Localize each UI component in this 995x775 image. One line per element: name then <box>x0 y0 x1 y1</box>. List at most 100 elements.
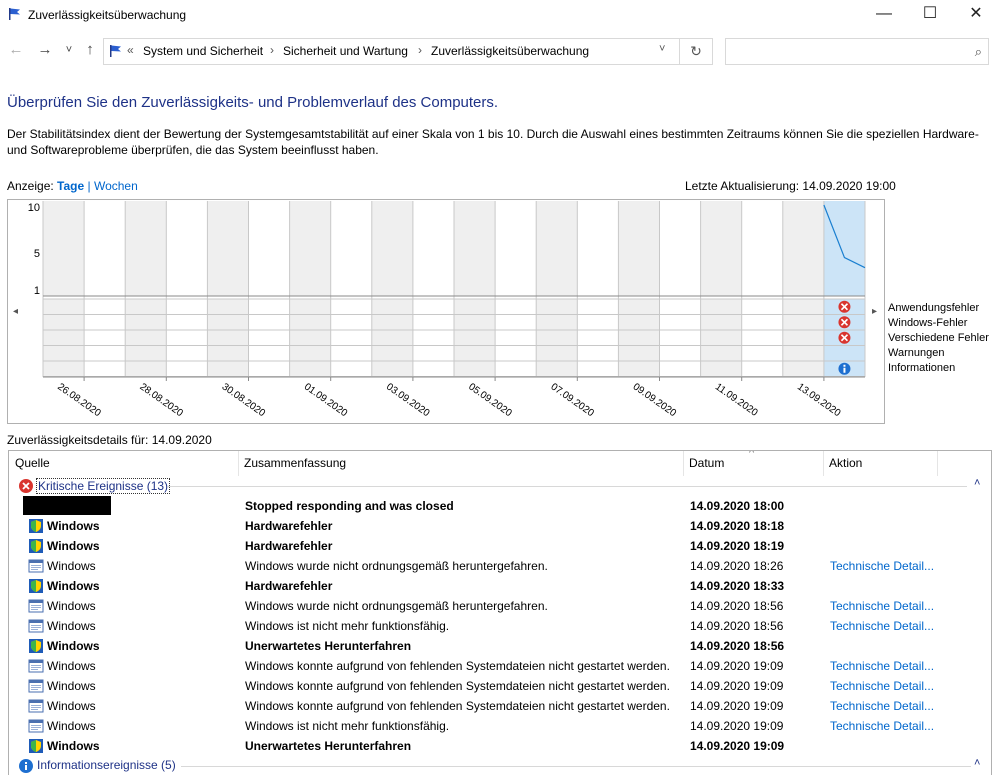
breadcrumb-separator-icon[interactable]: › <box>270 43 274 57</box>
scroll-left-icon[interactable]: ◂ <box>13 306 18 317</box>
table-row[interactable]: Windows Windows ist nicht mehr funktionsf… <box>9 616 991 636</box>
event-column[interactable] <box>248 299 290 377</box>
event-column[interactable] <box>125 299 167 377</box>
day-column[interactable] <box>823 201 865 296</box>
event-column[interactable] <box>43 299 85 377</box>
event-column[interactable] <box>166 299 208 377</box>
event-column[interactable] <box>207 299 249 377</box>
column-divider[interactable] <box>823 451 824 476</box>
stability-chart-svg[interactable]: 10 5 1 26.08.2020 28.08.2020 30.08.2020 01.09.… <box>8 200 886 425</box>
day-column[interactable] <box>166 201 208 296</box>
breadcrumb-overflow-icon[interactable]: « <box>127 43 134 57</box>
table-row[interactable]: Stopped responding and was closed 14.09.2… <box>9 496 991 516</box>
table-row[interactable]: Windows Hardwarefehler 14.09.2020 18:19 <box>9 536 991 556</box>
day-column[interactable] <box>700 201 742 296</box>
collapse-chevron-icon[interactable]: ˄ <box>974 477 980 489</box>
event-column[interactable] <box>495 299 537 377</box>
column-divider[interactable] <box>937 451 938 476</box>
table-row[interactable]: Windows Hardwarefehler 14.09.2020 18:18 <box>9 516 991 536</box>
day-column[interactable] <box>289 201 331 296</box>
search-icon[interactable]: ⌕ <box>975 44 982 60</box>
close-button[interactable]: ✕ <box>953 0 995 30</box>
day-column[interactable] <box>248 201 290 296</box>
event-column[interactable] <box>618 299 660 377</box>
view-days-link[interactable]: Tage <box>57 179 84 193</box>
stability-chart[interactable]: 10 5 1 26.08.2020 28.08.2020 30.08.2020 01.09.… <box>7 199 885 424</box>
row-date: 14.09.2020 18:56 <box>690 619 784 633</box>
table-row[interactable]: Windows Hardwarefehler 14.09.2020 18:33 <box>9 576 991 596</box>
day-column[interactable] <box>207 201 249 296</box>
recent-locations-icon[interactable]: ˅ <box>60 40 78 60</box>
technical-details-link[interactable]: Technische Detail... <box>830 559 934 573</box>
x-tick-label: 13.09.2020 <box>795 381 843 419</box>
table-row[interactable]: Windows Windows konnte aufgrund von fehle… <box>9 676 991 696</box>
collapse-chevron-icon[interactable]: ˄ <box>974 757 980 769</box>
event-column[interactable] <box>536 299 578 377</box>
day-column[interactable] <box>43 201 85 296</box>
column-header-date[interactable]: Datum <box>689 456 724 470</box>
table-row[interactable]: Windows Windows konnte aufgrund von fehle… <box>9 656 991 676</box>
event-column[interactable] <box>700 299 742 377</box>
event-column[interactable] <box>577 299 619 377</box>
group-critical-events[interactable]: Kritische Ereignisse (13) ˄ <box>9 476 991 496</box>
table-row[interactable]: Windows Unerwartetes Herunterfahren 14.09.… <box>9 736 991 756</box>
breadcrumb-security-maintenance[interactable]: Sicherheit und Wartung <box>283 44 408 58</box>
event-column[interactable] <box>371 299 413 377</box>
day-column[interactable] <box>454 201 496 296</box>
event-column[interactable] <box>412 299 454 377</box>
technical-details-link[interactable]: Technische Detail... <box>830 659 934 673</box>
technical-details-link[interactable]: Technische Detail... <box>830 619 934 633</box>
day-column[interactable] <box>659 201 701 296</box>
technical-details-link[interactable]: Technische Detail... <box>830 599 934 613</box>
event-column[interactable] <box>330 299 372 377</box>
event-column[interactable] <box>659 299 701 377</box>
technical-details-link[interactable]: Technische Detail... <box>830 699 934 713</box>
breadcrumb-reliability-monitor[interactable]: Zuverlässigkeitsüberwachung <box>431 44 589 58</box>
forward-icon[interactable]: → <box>36 40 54 60</box>
column-divider[interactable] <box>683 451 684 476</box>
search-input[interactable]: ⌕ <box>725 38 989 65</box>
day-column[interactable] <box>741 201 783 296</box>
up-icon[interactable]: ↑ <box>81 40 99 60</box>
table-row[interactable]: Windows Windows wurde nicht ordnungsgemäß… <box>9 556 991 576</box>
column-header-summary[interactable]: Zusammenfassung <box>244 456 346 470</box>
day-column[interactable] <box>618 201 660 296</box>
address-bar[interactable]: « System und Sicherheit › Sicherheit und… <box>103 38 680 65</box>
breadcrumb-system-security[interactable]: System und Sicherheit <box>143 44 263 58</box>
group-label[interactable]: Kritische Ereignisse (13) <box>36 478 171 494</box>
table-row[interactable]: Windows Windows ist nicht mehr funktionsf… <box>9 716 991 736</box>
column-header-action[interactable]: Aktion <box>829 456 862 470</box>
day-column[interactable] <box>330 201 372 296</box>
day-column[interactable] <box>125 201 167 296</box>
row-date: 14.09.2020 19:09 <box>690 679 784 693</box>
day-column[interactable] <box>536 201 578 296</box>
event-column[interactable] <box>454 299 496 377</box>
group-information-events[interactable]: Informationsereignisse (5) ˄ <box>9 756 991 775</box>
view-weeks-link[interactable]: Wochen <box>94 179 138 193</box>
event-column[interactable] <box>741 299 783 377</box>
refresh-icon[interactable]: ↻ <box>680 38 713 65</box>
event-column[interactable] <box>782 299 824 377</box>
day-column[interactable] <box>84 201 126 296</box>
event-column[interactable] <box>289 299 331 377</box>
group-label[interactable]: Informationsereignisse (5) <box>36 758 177 772</box>
table-row[interactable]: Windows Windows konnte aufgrund von fehle… <box>9 696 991 716</box>
technical-details-link[interactable]: Technische Detail... <box>830 679 934 693</box>
back-icon[interactable]: ← <box>7 40 25 60</box>
table-row[interactable]: Windows Unerwartetes Herunterfahren 14.09.… <box>9 636 991 656</box>
column-header-source[interactable]: Quelle <box>15 456 50 470</box>
minimize-button[interactable]: — <box>861 0 907 30</box>
day-column[interactable] <box>371 201 413 296</box>
scroll-right-icon[interactable]: ▸ <box>872 306 877 317</box>
address-dropdown-icon[interactable]: ˅ <box>659 43 665 55</box>
day-column[interactable] <box>495 201 537 296</box>
day-column[interactable] <box>782 201 824 296</box>
maximize-button[interactable]: ☐ <box>907 0 953 30</box>
breadcrumb-separator-icon[interactable]: › <box>418 43 422 57</box>
table-row[interactable]: Windows Windows wurde nicht ordnungsgemäß… <box>9 596 991 616</box>
technical-details-link[interactable]: Technische Detail... <box>830 719 934 733</box>
event-column[interactable] <box>84 299 126 377</box>
day-column[interactable] <box>577 201 619 296</box>
column-divider[interactable] <box>238 451 239 476</box>
day-column[interactable] <box>412 201 454 296</box>
